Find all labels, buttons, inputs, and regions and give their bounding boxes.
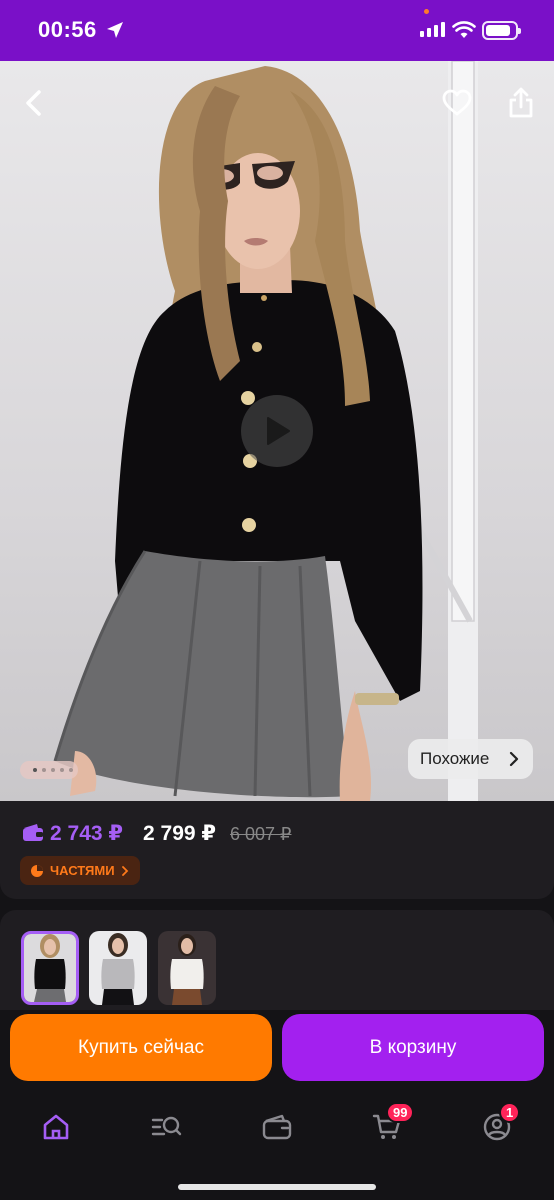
status-time: 00:56 [38,17,97,42]
privacy-indicator-dot [424,9,429,14]
play-icon [267,417,290,445]
location-arrow-icon [107,22,123,38]
variant-thumb-gray[interactable] [89,931,147,1005]
buy-now-button[interactable]: Купить сейчас [10,1014,272,1081]
home-icon [43,1114,69,1140]
installments-label: ЧАСТЯМИ [50,863,115,878]
wallet-price-icon [23,824,43,841]
nav-home[interactable] [36,1110,76,1144]
play-video-button[interactable] [241,395,313,467]
add-to-cart-button[interactable]: В корзину [282,1014,544,1081]
similar-button[interactable]: Похожие [408,739,533,779]
chevron-right-icon [509,751,519,767]
nav-catalog[interactable] [146,1110,186,1144]
favorite-button[interactable] [437,83,477,123]
image-pager-dots [20,761,78,779]
status-bar: 00:56 [0,0,554,61]
installments-badge[interactable]: ЧАСТЯМИ [20,856,140,885]
product-photo[interactable]: Похожие [0,61,554,801]
variant-thumb-white[interactable] [158,931,216,1005]
price-panel: 2 743 ₽ 2 799 ₽ 6 007 ₽ ЧАСТЯМИ [0,801,554,899]
back-button[interactable] [14,83,54,123]
nav-wallet[interactable] [257,1110,297,1144]
share-icon [509,87,533,118]
variant-image [89,931,147,1005]
chevron-right-icon [121,865,128,876]
catalog-search-icon [151,1116,182,1136]
variant-thumb-black[interactable] [21,931,79,1005]
variants-panel [0,910,554,1010]
wifi-icon [452,21,476,38]
back-icon [26,90,41,116]
similar-label: Похожие [420,749,490,768]
wallet-icon [262,1114,292,1140]
battery-icon [482,21,521,40]
share-button[interactable] [501,83,541,123]
variant-image [158,931,216,1005]
home-indicator [178,1184,376,1190]
variant-image [24,934,76,1002]
pie-chart-icon [31,864,43,877]
current-price: 2 799 ₽ [143,822,216,845]
heart-icon [442,89,472,116]
profile-badge: 1 [499,1102,521,1123]
wallet-price: 2 743 ₽ [50,822,123,845]
cellular-signal-icon [420,22,445,37]
old-price: 6 007 ₽ [230,824,292,844]
cart-badge: 99 [386,1102,415,1123]
